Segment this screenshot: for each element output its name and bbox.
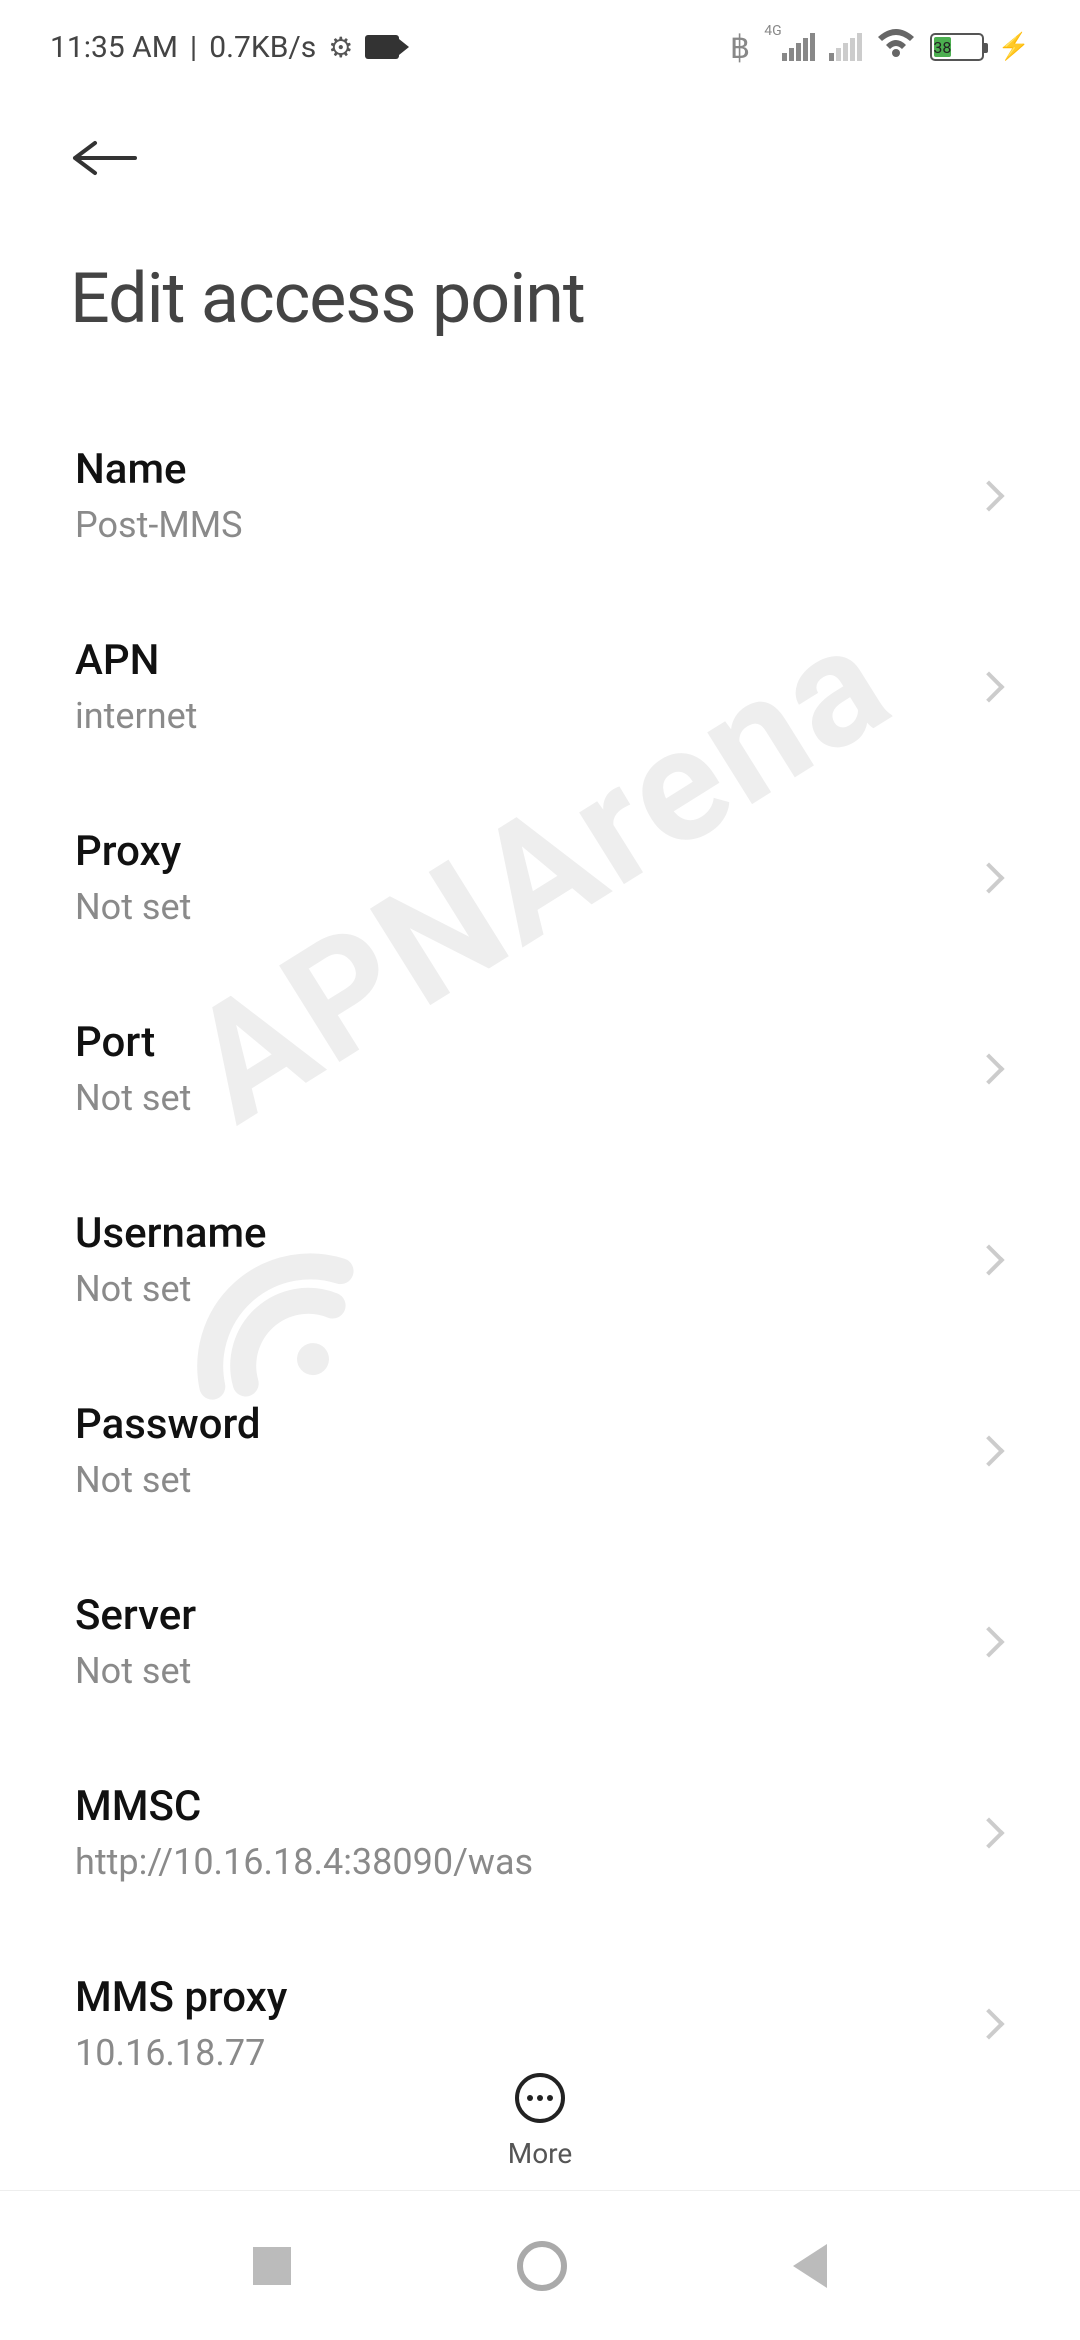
chevron-right-icon [973,1244,1004,1275]
setting-value: Not set [75,1650,196,1692]
setting-label: Username [75,1209,267,1258]
setting-label: Proxy [75,827,191,876]
chevron-right-icon [973,1626,1004,1657]
wifi-icon [876,27,916,68]
chevron-right-icon [973,671,1004,702]
chevron-right-icon [973,1053,1004,1084]
setting-item-username[interactable]: Username Not set [20,1164,1060,1355]
status-separator: | [190,30,197,65]
signal-strength-sim2-icon [829,33,862,61]
status-bar: 11:35 AM | 0.7KB/s ⚙ ฿ 4G 38 ⚡ [0,0,1080,80]
nav-recents-icon[interactable] [253,2247,291,2285]
setting-item-apn[interactable]: APN internet [20,591,1060,782]
chevron-right-icon [973,1435,1004,1466]
setting-value: Not set [75,1077,191,1119]
setting-label: Name [75,445,243,494]
setting-item-proxy[interactable]: Proxy Not set [20,782,1060,973]
setting-value: internet [75,695,197,737]
setting-value: 10.16.18.77 [75,2032,287,2074]
nav-home-icon[interactable] [517,2241,567,2291]
status-data-rate: 0.7KB/s [209,30,316,65]
chevron-right-icon [973,2008,1004,2039]
settings-indicator-icon: ⚙ [328,31,353,64]
settings-list: Name Post-MMS APN internet Proxy Not set… [0,400,1080,2119]
setting-label: Password [75,1400,261,1449]
nav-back-icon[interactable] [793,2244,827,2288]
charging-icon: ⚡ [998,32,1030,62]
setting-label: Port [75,1018,191,1067]
setting-item-name[interactable]: Name Post-MMS [20,400,1060,591]
status-time: 11:35 AM [50,30,178,65]
camera-indicator-icon [365,35,399,59]
setting-label: MMS proxy [75,1973,287,2022]
network-type-label: 4G [764,23,781,39]
signal-strength-sim1-icon [782,33,815,61]
setting-value: Not set [75,1268,267,1310]
back-button[interactable] [70,130,1010,188]
more-label: More [508,2137,573,2170]
battery-icon: 38 [930,33,984,61]
setting-item-mms-proxy[interactable]: MMS proxy 10.16.18.77 [20,1928,1060,2119]
chevron-right-icon [973,1817,1004,1848]
setting-label: APN [75,636,197,685]
setting-value: http://10.16.18.4:38090/was [75,1841,533,1883]
setting-value: Not set [75,886,191,928]
page-title: Edit access point [0,218,1080,400]
navigation-bar [0,2190,1080,2340]
setting-item-mmsc[interactable]: MMSC http://10.16.18.4:38090/was [20,1737,1060,1928]
setting-item-password[interactable]: Password Not set [20,1355,1060,1546]
setting-value: Not set [75,1459,261,1501]
setting-label: Server [75,1591,196,1640]
battery-level: 38 [934,37,951,57]
chevron-right-icon [973,862,1004,893]
setting-label: MMSC [75,1782,533,1831]
bluetooth-icon: ฿ [730,28,750,66]
setting-item-server[interactable]: Server Not set [20,1546,1060,1737]
setting-value: Post-MMS [75,504,243,546]
chevron-right-icon [973,480,1004,511]
setting-item-port[interactable]: Port Not set [20,973,1060,1164]
